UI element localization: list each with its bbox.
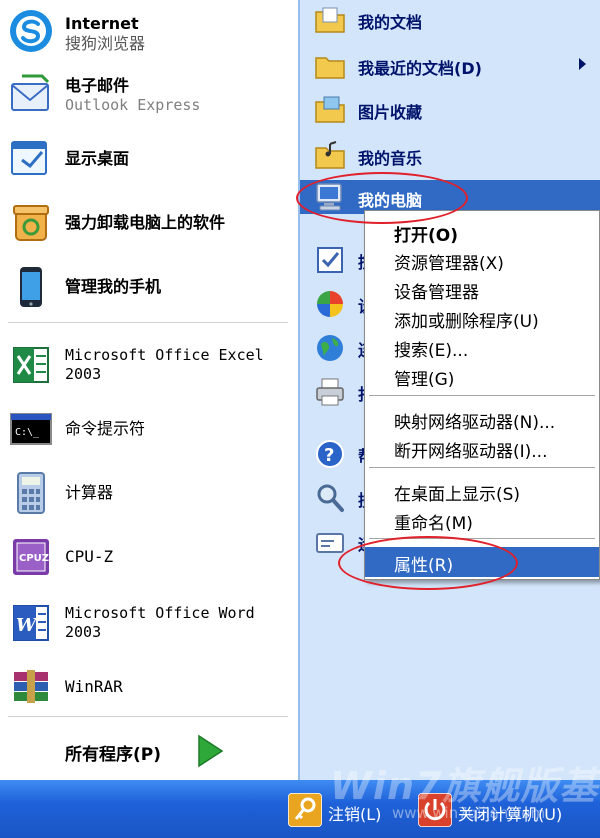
all-programs-label: 所有程序(P): [65, 745, 161, 765]
menu-item-excel[interactable]: Microsoft Office Excel 2003: [0, 338, 298, 390]
menu-item-label: CPU-Z: [65, 547, 114, 566]
my-pictures-icon: [315, 96, 345, 123]
word-icon: W: [13, 605, 49, 641]
my-music-icon: [315, 141, 345, 169]
uninstall-icon: [13, 205, 49, 241]
ctx-separator: [369, 395, 595, 396]
excel-icon: [13, 347, 49, 383]
arrow-right-icon: [198, 734, 224, 768]
menu-item-label-line1: Microsoft Office Excel: [65, 346, 264, 364]
all-programs-button[interactable]: 所有程序(P): [0, 722, 298, 780]
ctx-item-label: 映射网络驱动器(N)...: [394, 413, 556, 433]
places-item-label: 我的音乐: [358, 149, 423, 168]
default-programs-icon: [317, 291, 343, 317]
places-item-my-pictures[interactable]: 图片收藏: [300, 90, 600, 130]
calculator-icon: [17, 472, 45, 514]
menu-item-label-line1: Microsoft Office Word: [65, 604, 255, 622]
pinned-item-title: Internet: [65, 14, 139, 33]
control-panel-icon: [317, 247, 343, 273]
places-item-recent-documents[interactable]: 我最近的文档(D): [300, 46, 600, 86]
annotation-ellipse-properties: [338, 536, 518, 590]
key-icon: [288, 793, 322, 827]
watermark-logo: Win7旗舰版基地: [330, 764, 600, 808]
menu-item-winrar[interactable]: WinRAR: [0, 660, 298, 712]
ctx-item-disconnect-network-drive[interactable]: 断开网络驱动器(I)...: [365, 433, 599, 462]
ctx-item-rename[interactable]: 重命名(M): [365, 505, 599, 534]
ctx-item-explorer[interactable]: 资源管理器(X): [365, 245, 599, 274]
svg-text:W: W: [16, 615, 38, 636]
menu-item-label: WinRAR: [65, 677, 123, 696]
menu-item-manage-phone[interactable]: 管理我的手机: [0, 260, 298, 312]
ctx-item-show-on-desktop[interactable]: 在桌面上显示(S): [365, 476, 599, 505]
pinned-item-email[interactable]: 电子邮件 Outlook Express: [0, 68, 298, 120]
menu-item-show-desktop[interactable]: 显示桌面: [0, 132, 298, 184]
recent-documents-icon: [315, 57, 345, 79]
places-item-my-music[interactable]: 我的音乐: [300, 136, 600, 176]
menu-item-calculator[interactable]: 计算器: [0, 466, 298, 518]
menu-item-label-line2: 2003: [65, 623, 102, 641]
email-icon: [11, 74, 50, 111]
menu-item-cpuz[interactable]: CPUZ CPU-Z: [0, 530, 298, 582]
left-separator: [8, 716, 288, 717]
svg-text:CPUZ: CPUZ: [19, 553, 49, 564]
run-icon: [316, 533, 344, 553]
ctx-item-label: 断开网络驱动器(I)...: [394, 442, 548, 462]
search-icon: [317, 484, 344, 512]
ctx-item-label: 在桌面上显示(S): [394, 485, 521, 505]
left-separator: [8, 322, 288, 323]
ctx-item-label: 管理(G): [394, 370, 455, 390]
my-documents-icon: [315, 7, 345, 33]
show-desktop-icon: [11, 141, 47, 175]
ctx-separator: [369, 467, 595, 468]
watermark-url: www.win7qijian.com: [392, 804, 546, 822]
menu-item-label-line2: 2003: [65, 365, 102, 383]
ctx-item-add-remove-programs[interactable]: 添加或删除程序(U): [365, 303, 599, 332]
svg-text:C:\_: C:\_: [15, 427, 40, 438]
menu-item-label: 计算器: [65, 483, 114, 502]
places-item-label: 我最近的文档(D): [358, 59, 482, 78]
annotation-ellipse-my-computer: [296, 172, 468, 224]
ctx-item-label: 设备管理器: [394, 283, 479, 303]
ctx-item-device-manager[interactable]: 设备管理器: [365, 274, 599, 303]
pinned-item-subtitle: Outlook Express: [65, 96, 201, 114]
sogou-browser-icon: [10, 10, 52, 52]
ctx-item-manage[interactable]: 管理(G): [365, 361, 599, 390]
menu-item-uninstall[interactable]: 强力卸载电脑上的软件: [0, 196, 298, 248]
printers-icon: [316, 378, 344, 406]
ctx-item-label: 资源管理器(X): [394, 254, 504, 274]
connect-to-icon: [317, 335, 343, 361]
start-menu-left-pane: Internet 搜狗浏览器 电子邮件 Outlook Express 显示桌面…: [0, 0, 298, 780]
menu-item-word[interactable]: W Microsoft Office Word 2003: [0, 596, 298, 648]
ctx-item-label: 添加或删除程序(U): [394, 312, 539, 332]
ctx-item-map-network-drive[interactable]: 映射网络驱动器(N)...: [365, 404, 599, 433]
menu-item-label: 命令提示符: [65, 419, 146, 438]
submenu-arrow-icon: [579, 58, 586, 70]
places-item-label: 图片收藏: [358, 103, 423, 122]
ctx-item-label: 打开(O): [394, 226, 458, 246]
pinned-item-title: 电子邮件: [65, 76, 130, 95]
menu-item-cmd[interactable]: C:\_ 命令提示符: [0, 402, 298, 454]
help-icon: ?: [316, 440, 344, 468]
pinned-item-subtitle: 搜狗浏览器: [65, 34, 146, 53]
ctx-item-search[interactable]: 搜索(E)...: [365, 332, 599, 361]
ctx-item-label: 重命名(M): [394, 514, 473, 534]
winrar-icon: [14, 670, 48, 703]
places-item-my-documents[interactable]: 我的文档: [300, 0, 600, 40]
cmd-icon: C:\_: [10, 413, 52, 445]
menu-item-label: 强力卸载电脑上的软件: [65, 213, 226, 232]
phone-icon: [20, 267, 42, 307]
places-item-label: 我的文档: [358, 13, 423, 32]
pinned-item-internet[interactable]: Internet 搜狗浏览器: [0, 4, 298, 56]
menu-item-label: 管理我的手机: [65, 277, 162, 296]
svg-text:?: ?: [324, 445, 334, 466]
cpuz-icon: CPUZ: [13, 539, 49, 575]
menu-item-label: 显示桌面: [65, 149, 130, 168]
context-menu: 打开(O) 资源管理器(X) 设备管理器 添加或删除程序(U) 搜索(E)...…: [364, 210, 600, 580]
ctx-item-label: 搜索(E)...: [394, 341, 469, 361]
